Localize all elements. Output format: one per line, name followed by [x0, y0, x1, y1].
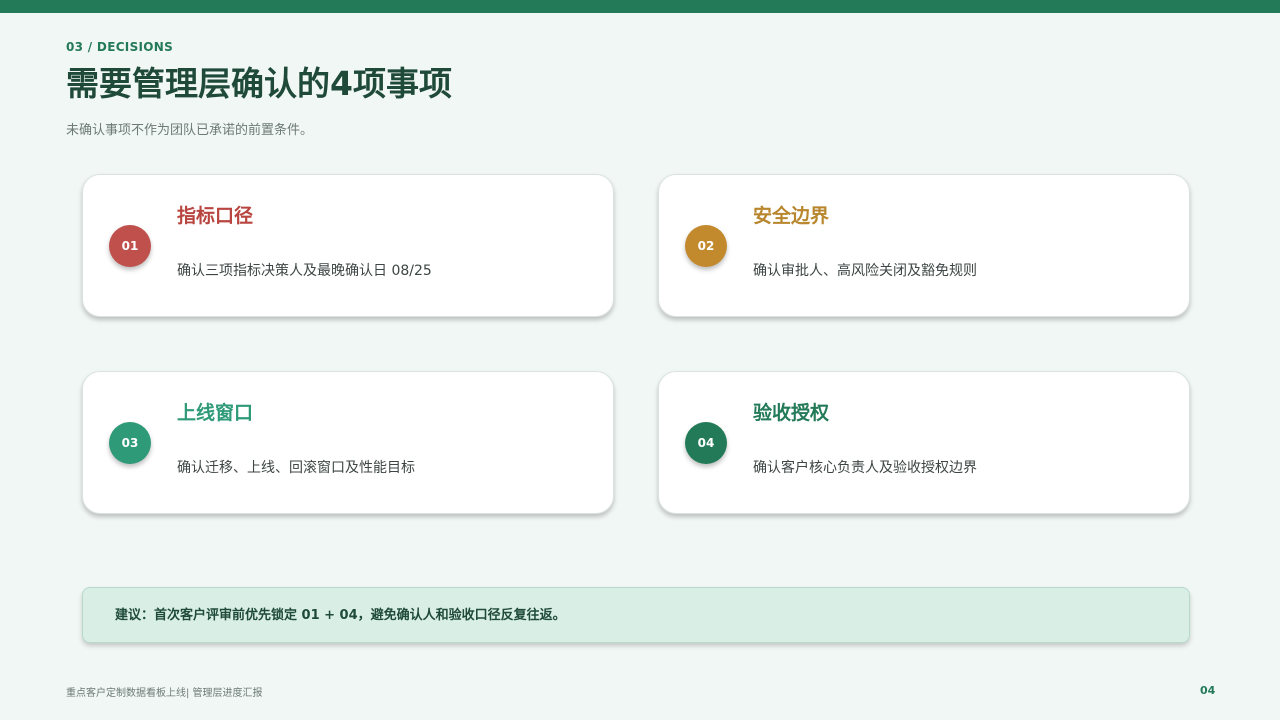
footer-text: 重点客户定制数据看板上线| 管理层进度汇报 — [66, 688, 263, 699]
section-label: 03 / DECISIONS — [66, 40, 174, 54]
card-description: 确认迁移、上线、回滚窗口及性能目标 — [177, 460, 415, 476]
suggestion-box: 建议：首次客户评审前优先锁定 01 + 04，避免确认人和验收口径反复往返。 — [82, 587, 1190, 643]
card-number-badge: 04 — [685, 422, 727, 464]
card-title: 验收授权 — [753, 402, 830, 424]
card-number-badge: 01 — [109, 225, 151, 267]
card-title: 上线窗口 — [177, 402, 254, 424]
page-subtitle: 未确认事项不作为团队已承诺的前置条件。 — [66, 123, 314, 138]
card-number-badge: 03 — [109, 422, 151, 464]
card-description: 确认三项指标决策人及最晚确认日 08/25 — [177, 263, 432, 279]
top-accent-bar — [0, 0, 1280, 13]
decision-card-1: 01 指标口径 确认三项指标决策人及最晚确认日 08/25 — [82, 174, 614, 317]
decision-card-4: 04 验收授权 确认客户核心负责人及验收授权边界 — [658, 371, 1190, 514]
card-description: 确认客户核心负责人及验收授权边界 — [753, 460, 977, 476]
decision-card-3: 03 上线窗口 确认迁移、上线、回滚窗口及性能目标 — [82, 371, 614, 514]
card-description: 确认审批人、高风险关闭及豁免规则 — [753, 263, 977, 279]
card-number-badge: 02 — [685, 225, 727, 267]
decision-card-2: 02 安全边界 确认审批人、高风险关闭及豁免规则 — [658, 174, 1190, 317]
suggestion-text: 建议：首次客户评审前优先锁定 01 + 04，避免确认人和验收口径反复往返。 — [115, 608, 566, 623]
card-title: 安全边界 — [753, 205, 830, 227]
page-title: 需要管理层确认的4项事项 — [66, 64, 452, 103]
page-number: 04 — [1200, 684, 1216, 697]
slide-page: 03 / DECISIONS 需要管理层确认的4项事项 未确认事项不作为团队已承… — [0, 0, 1280, 720]
card-title: 指标口径 — [177, 205, 254, 227]
